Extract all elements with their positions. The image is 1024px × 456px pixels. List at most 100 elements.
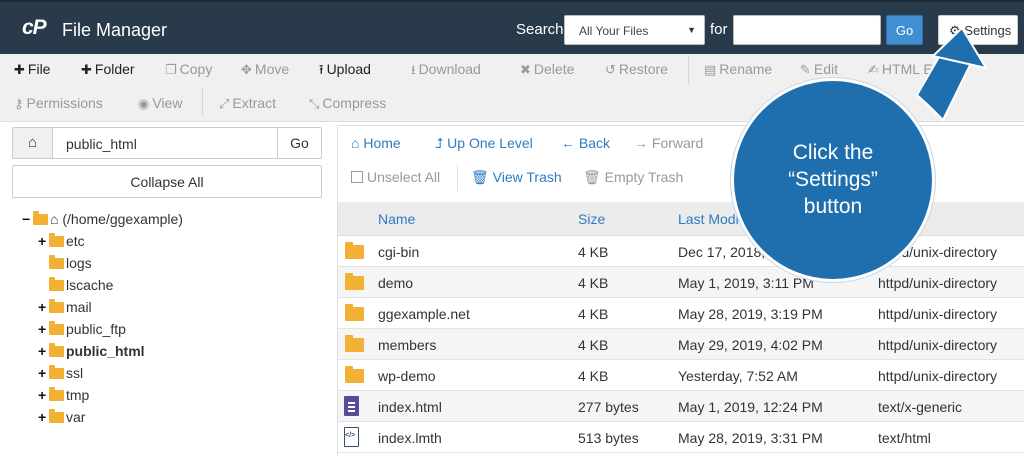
callout-text: Click the “Settings” button [731, 139, 935, 220]
tree-item-ssl[interactable]: + ssl [38, 363, 83, 383]
folder-icon [49, 321, 64, 335]
search-scope-select[interactable]: All Your Files ▼ [564, 15, 705, 45]
file-type: httpd/unix-directory [878, 337, 998, 353]
rename-button[interactable]: ▤ Rename [704, 61, 772, 78]
table-row[interactable]: index.html 277 bytes May 1, 2019, 12:24 … [338, 391, 1024, 422]
tree-toggle[interactable]: + [38, 407, 49, 427]
column-header-last-modified[interactable]: Last Modi [678, 211, 739, 227]
nav-divider [457, 165, 458, 191]
tree-item-lscache[interactable]: lscache [49, 275, 113, 295]
extract-button[interactable]: ⤢ Extract [219, 95, 276, 112]
tree-item-tmp[interactable]: + tmp [38, 385, 89, 405]
plus-icon: ✚ [14, 62, 25, 77]
tree-toggle[interactable]: + [38, 231, 49, 251]
tree-toggle[interactable]: + [38, 363, 49, 383]
folder-icon [49, 299, 64, 313]
folder-icon [345, 366, 364, 383]
compress-button[interactable]: ⤡ Compress [309, 95, 386, 112]
view-button[interactable]: ◉ View [138, 95, 182, 112]
settings-button[interactable]: ⚙ Settings [938, 15, 1018, 45]
new-folder-button[interactable]: ✚ Folder [81, 61, 135, 78]
file-size: 4 KB [578, 368, 609, 384]
tree-item-root[interactable]: − ⌂ (/home/ggexample) [22, 209, 183, 229]
view-trash-button[interactable]: 🗑 View Trash [471, 169, 562, 186]
tree-item-var[interactable]: + var [38, 407, 85, 427]
file-modified: May 1, 2019, 3:11 PM [678, 275, 814, 291]
rename-label: Rename [719, 61, 773, 77]
key-icon: ⚷ [14, 96, 24, 111]
tree-item-logs[interactable]: logs [49, 253, 92, 273]
copy-button[interactable]: ❐ Copy [165, 61, 212, 78]
search-go-button[interactable]: Go [886, 15, 923, 45]
unselect-all-label: Unselect All [367, 169, 441, 185]
path-go-button[interactable]: Go [277, 127, 322, 159]
path-home-button[interactable]: ⌂ [12, 127, 53, 159]
collapse-all-button[interactable]: Collapse All [12, 165, 322, 198]
compress-label: Compress [322, 95, 387, 111]
file-size: 277 bytes [578, 399, 639, 415]
column-header-size[interactable]: Size [578, 211, 605, 227]
folder-icon [49, 343, 64, 357]
delete-icon: ✖ [520, 62, 531, 77]
table-row[interactable]: index.lmth 513 bytes May 28, 2019, 3:31 … [338, 422, 1024, 453]
folder-icon [49, 365, 64, 379]
nav-forward-button[interactable]: → Forward [634, 135, 703, 151]
eye-icon: ◉ [138, 96, 150, 111]
callout-line: Click the [792, 141, 874, 164]
extract-label: Extract [232, 95, 276, 111]
settings-label: Settings [964, 23, 1012, 38]
download-button[interactable]: ⭳ Download [411, 61, 481, 83]
search-input[interactable] [733, 15, 881, 45]
file-type: text/x-generic [878, 399, 963, 415]
restore-button[interactable]: ↺ Restore [605, 61, 668, 78]
column-header-name[interactable]: Name [378, 211, 415, 227]
new-file-button[interactable]: ✚ File [14, 61, 50, 78]
table-row[interactable]: demo 4 KB May 1, 2019, 3:11 PM httpd/uni… [338, 267, 1024, 298]
tree-toggle[interactable]: + [38, 297, 49, 317]
home-icon: ⌂ [27, 134, 38, 151]
tree-item-mail[interactable]: + mail [38, 297, 92, 317]
toolbar-divider [202, 88, 203, 116]
file-modified: May 28, 2019, 3:19 PM [678, 306, 823, 322]
tree-item-public-html[interactable]: + public_html [38, 341, 145, 361]
tree-toggle[interactable]: + [38, 385, 49, 405]
folder-icon [345, 304, 364, 321]
file-type: httpd/unix-directory [878, 275, 998, 291]
unselect-all-button[interactable]: Unselect All [351, 169, 440, 185]
empty-trash-button[interactable]: 🗑 Empty Trash [583, 169, 683, 186]
tree-item-label: mail [66, 299, 92, 315]
table-row[interactable]: members 4 KB May 29, 2019, 4:02 PM httpd… [338, 329, 1024, 360]
upload-button[interactable]: ⭱ Upload [319, 61, 371, 83]
edit-button[interactable]: ✎ Edit [800, 61, 838, 78]
folder-icon [49, 387, 64, 401]
permissions-button[interactable]: ⚷ Permissions [14, 95, 103, 112]
table-row[interactable]: ggexample.net 4 KB May 28, 2019, 3:19 PM… [338, 298, 1024, 329]
file-modified: May 29, 2019, 4:02 PM [678, 337, 823, 353]
tree-item-public-ftp[interactable]: + public_ftp [38, 319, 126, 339]
move-button[interactable]: ✥ Move [241, 61, 289, 78]
tree-toggle[interactable]: − [22, 209, 33, 229]
table-row[interactable]: wp-demo 4 KB Yesterday, 7:52 AM httpd/un… [338, 360, 1024, 391]
file-size: 4 KB [578, 337, 609, 353]
permissions-label: Permissions [26, 95, 103, 111]
file-size: 4 KB [578, 306, 609, 322]
tree-toggle[interactable]: + [38, 319, 49, 339]
nav-back-label: Back [578, 135, 611, 151]
file-modified: Yesterday, 7:52 AM [678, 368, 798, 384]
file-modified: Dec 17, 2018, [678, 244, 766, 260]
table-row[interactable]: cgi-bin 4 KB Dec 17, 2018, httpd/unix-di… [338, 236, 1024, 267]
home-icon: ⌂ [351, 135, 360, 151]
html-editor-button[interactable]: ✍ HTML Editor [868, 61, 960, 78]
file-name: wp-demo [378, 368, 436, 384]
nav-back-button[interactable]: ← Back [561, 135, 610, 151]
nav-up-one-level-button[interactable]: ⮥ Up One Level [435, 135, 533, 152]
path-input[interactable]: public_html [52, 127, 278, 159]
folder-icon [49, 409, 64, 423]
tree-item-label: public_html [66, 343, 145, 359]
tree-toggle[interactable]: + [38, 341, 49, 361]
nav-home-button[interactable]: ⌂ Home [351, 135, 401, 151]
delete-button[interactable]: ✖ Delete [520, 61, 574, 78]
expand-icon: ⤢ [219, 96, 230, 111]
tree-item-etc[interactable]: + etc [38, 231, 85, 251]
caret-down-icon: ▼ [687, 25, 696, 35]
